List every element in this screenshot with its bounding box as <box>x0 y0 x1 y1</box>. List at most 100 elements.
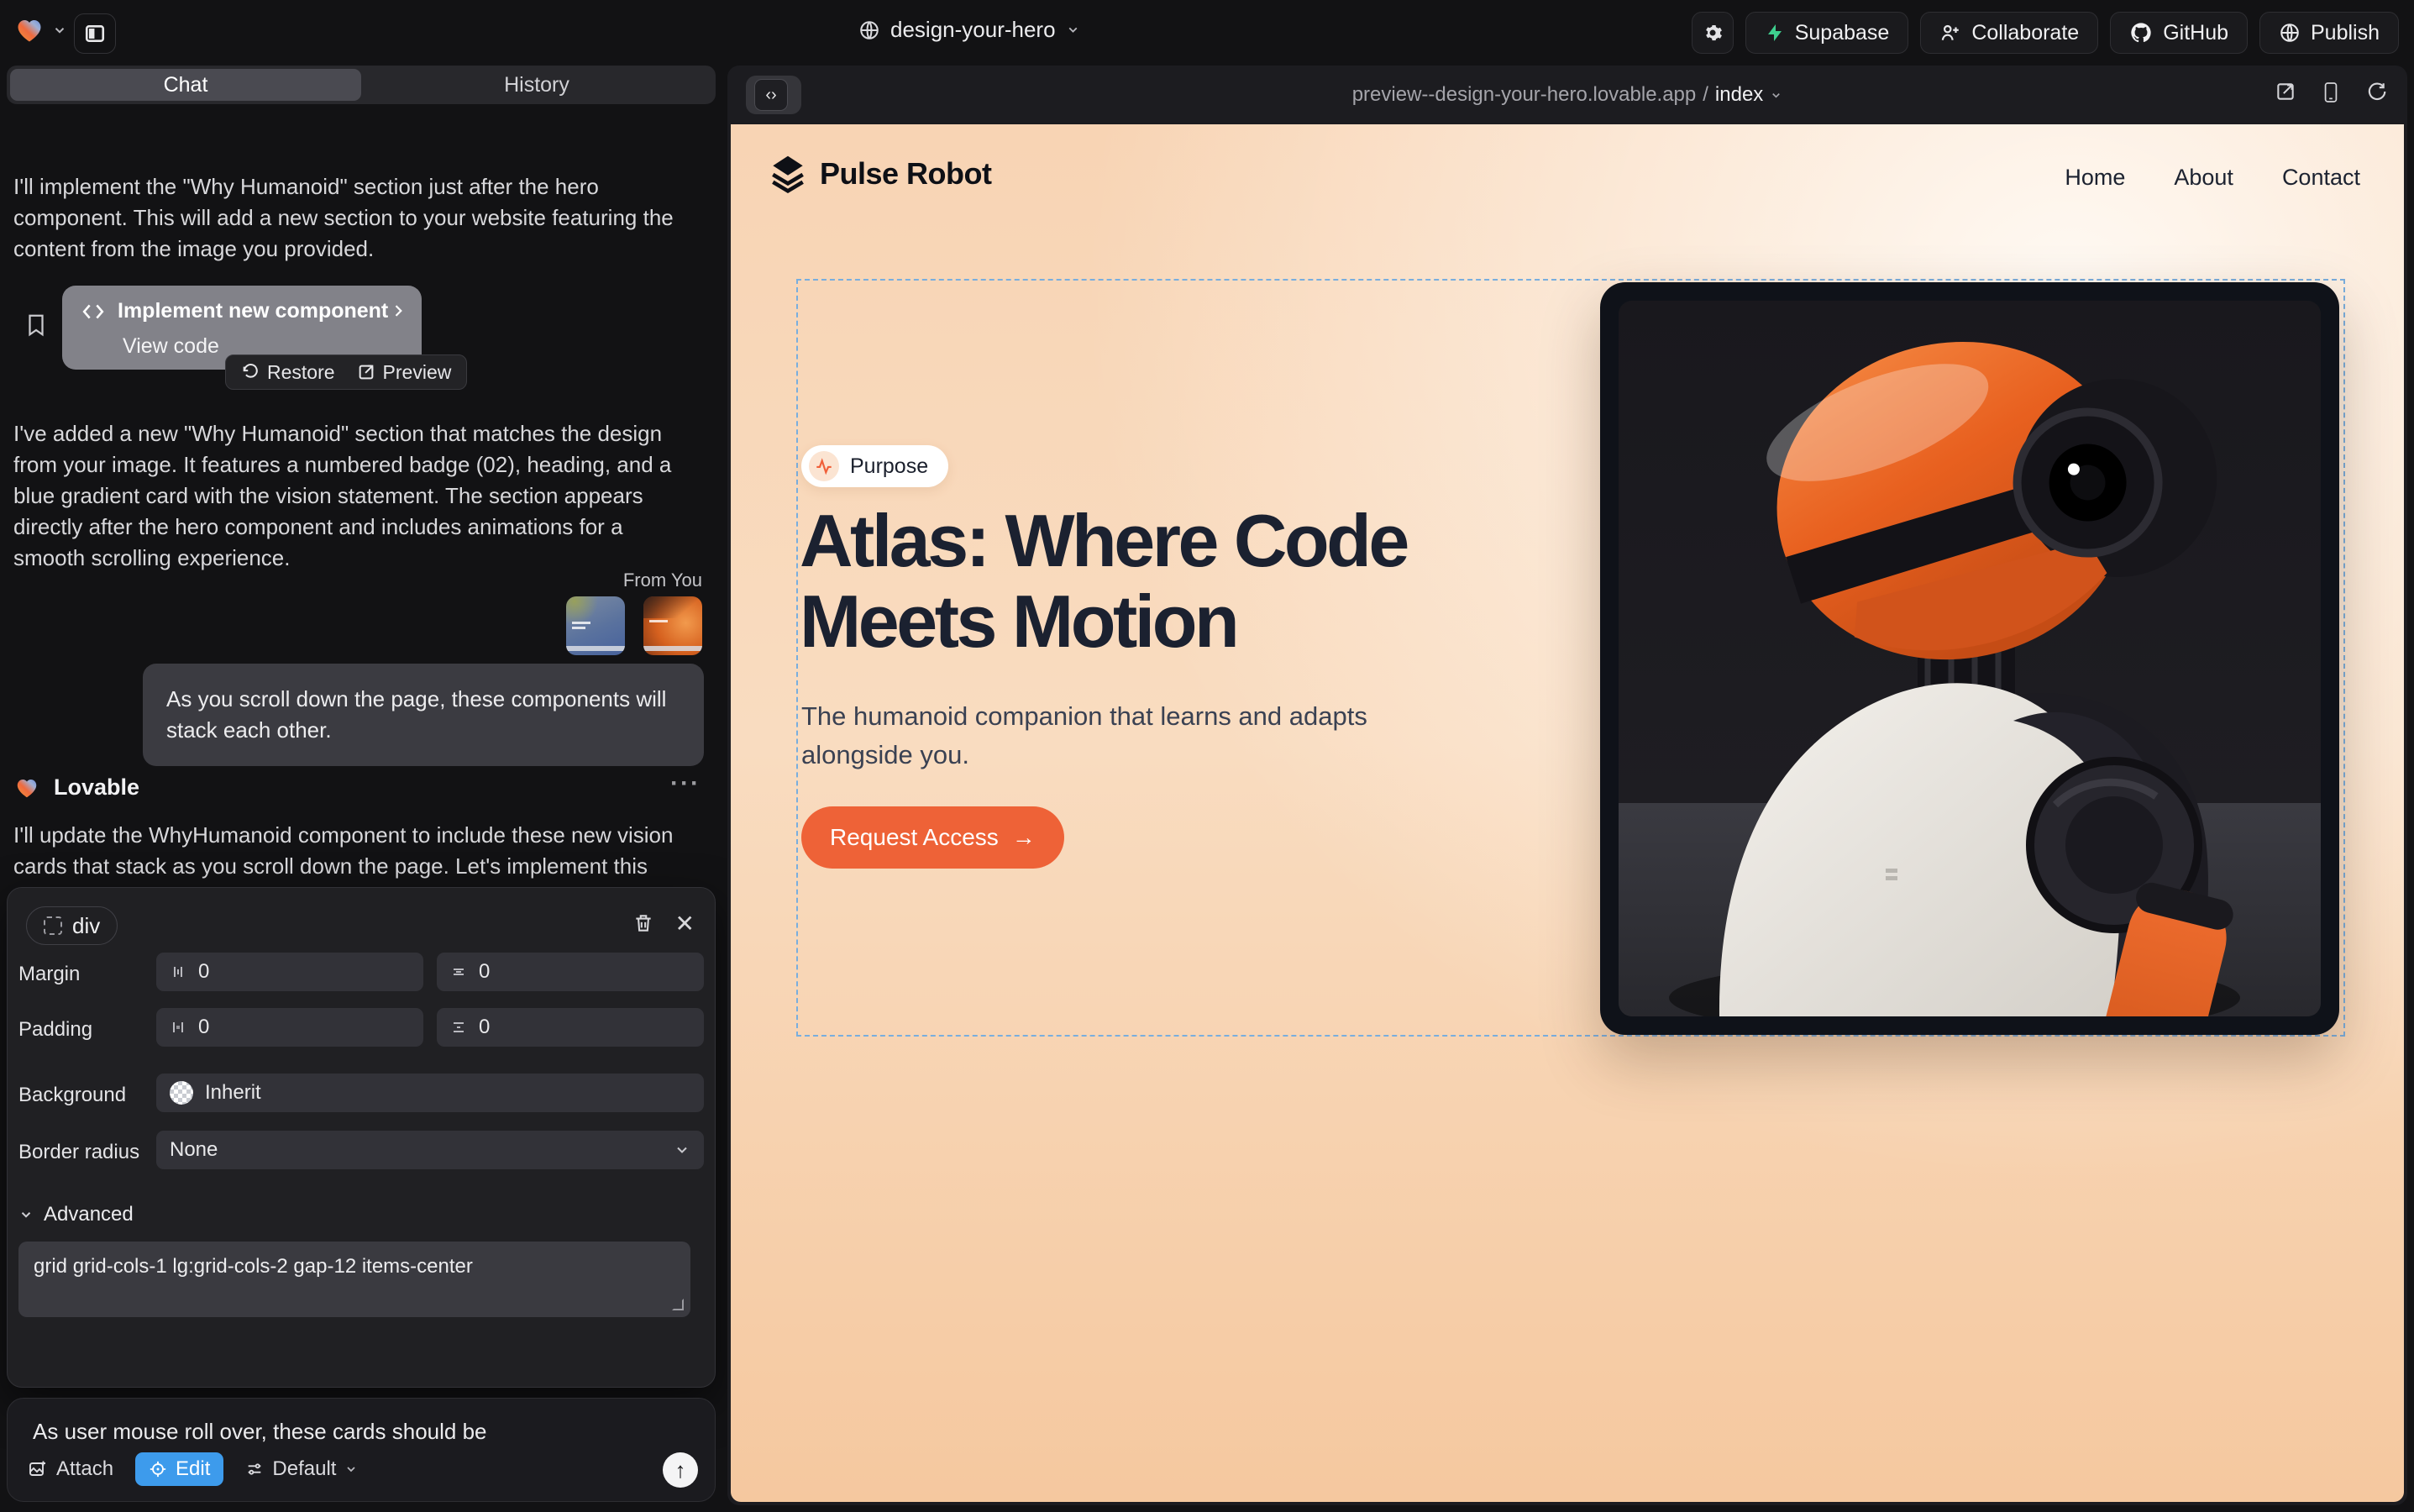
nav-about[interactable]: About <box>2174 165 2233 191</box>
topbar-actions: Supabase Collaborate GitHub Publish <box>1692 12 2399 54</box>
purpose-badge-label: Purpose <box>850 454 928 479</box>
chat-history-tabs: Chat History <box>7 66 716 104</box>
attachment-thumbnail-orange[interactable] <box>643 596 702 655</box>
margin-y-icon <box>450 963 467 980</box>
message-menu-button[interactable]: ··· <box>670 769 701 798</box>
site-brand[interactable]: Pulse Robot <box>769 155 992 193</box>
restore-label: Restore <box>267 361 335 384</box>
close-inspector-button[interactable]: ✕ <box>675 910 695 937</box>
border-radius-select[interactable]: None <box>156 1131 704 1169</box>
element-tag-label: div <box>72 913 100 939</box>
padding-x-input[interactable]: 0 <box>156 1008 423 1047</box>
view-code-link[interactable]: View code <box>123 334 219 359</box>
preview-chrome: ‹› preview--design-your-hero.lovable.app… <box>727 66 2407 124</box>
border-radius-value: None <box>170 1138 218 1162</box>
border-radius-label: Border radius <box>18 1141 139 1164</box>
preview-button[interactable]: Preview <box>357 361 452 384</box>
thumbnail-text-line <box>572 627 585 629</box>
pulse-icon <box>809 451 839 481</box>
site-brand-name: Pulse Robot <box>820 156 992 192</box>
github-button[interactable]: GitHub <box>2110 12 2248 54</box>
edit-mode-button[interactable]: Edit <box>135 1452 223 1486</box>
github-icon <box>2129 21 2153 45</box>
restore-icon <box>241 363 260 381</box>
chevron-down-icon <box>674 1142 690 1158</box>
url-separator: / <box>1703 83 1708 107</box>
globe-icon <box>858 19 880 41</box>
chevron-down-icon <box>1066 23 1080 37</box>
delete-element-button[interactable] <box>632 911 654 935</box>
attach-image-icon <box>28 1459 48 1479</box>
tab-chat[interactable]: Chat <box>10 69 361 101</box>
publish-button[interactable]: Publish <box>2259 12 2399 54</box>
hero-heading-line2: Meets Motion <box>800 581 1407 662</box>
chevron-down-icon <box>18 1207 34 1222</box>
transparency-swatch-icon <box>170 1081 193 1105</box>
nav-contact[interactable]: Contact <box>2282 165 2360 191</box>
margin-y-value: 0 <box>479 960 490 984</box>
background-label: Background <box>18 1084 126 1107</box>
tab-history[interactable]: History <box>361 69 712 101</box>
background-input[interactable]: Inherit <box>156 1074 704 1112</box>
lovable-heart-icon <box>13 775 40 801</box>
target-icon <box>149 1460 167 1478</box>
send-button[interactable]: ↑ <box>663 1452 698 1488</box>
mobile-view-button[interactable] <box>2322 81 2340 104</box>
layers-logo-icon <box>769 155 806 193</box>
supabase-button[interactable]: Supabase <box>1745 12 1909 54</box>
preview-url-bar[interactable]: preview--design-your-hero.lovable.app / … <box>727 66 2407 124</box>
settings-button[interactable] <box>1692 12 1734 54</box>
attach-button[interactable]: Attach <box>28 1457 113 1481</box>
attach-label: Attach <box>56 1457 113 1481</box>
advanced-toggle[interactable]: Advanced <box>18 1203 134 1226</box>
nav-home[interactable]: Home <box>2065 165 2125 191</box>
background-value: Inherit <box>205 1081 261 1105</box>
cta-label: Request Access <box>830 824 999 851</box>
margin-y-input[interactable]: 0 <box>437 953 704 991</box>
restore-button[interactable]: Restore <box>241 361 335 384</box>
component-card-title-row: Implement new component <box>82 299 388 323</box>
request-access-button[interactable]: Request Access → <box>801 806 1064 869</box>
sliders-icon <box>245 1460 264 1478</box>
site-header: Pulse Robot Home About Contact <box>731 143 2404 210</box>
classes-textarea[interactable]: grid grid-cols-1 lg:grid-cols-2 gap-12 i… <box>18 1242 690 1317</box>
selected-element-tag[interactable]: div <box>26 906 118 945</box>
github-label: GitHub <box>2163 21 2228 45</box>
mode-select[interactable]: Default <box>245 1457 358 1481</box>
arrow-right-icon: → <box>1012 824 1036 851</box>
chat-composer[interactable]: As user mouse roll over, these cards sho… <box>7 1398 716 1502</box>
thumbnail-footer <box>566 646 625 651</box>
project-switcher[interactable]: design-your-hero <box>858 17 1080 43</box>
chevron-right-icon <box>390 302 407 319</box>
top-bar: design-your-hero Supabase Collaborate <box>0 0 2414 66</box>
hero-heading-line1: Atlas: Where Code <box>800 501 1407 581</box>
purpose-badge: Purpose <box>801 445 948 487</box>
user-message-bubble: As you scroll down the page, these compo… <box>143 664 704 766</box>
sidebar-toggle-button[interactable] <box>74 13 116 54</box>
thumbnail-text-line <box>649 620 668 622</box>
resize-handle[interactable] <box>672 1299 684 1310</box>
padding-y-input[interactable]: 0 <box>437 1008 704 1047</box>
padding-x-icon <box>170 1019 186 1036</box>
refresh-button[interactable] <box>2365 81 2387 102</box>
globe-icon <box>2279 22 2301 44</box>
padding-x-value: 0 <box>198 1016 209 1039</box>
margin-x-input[interactable]: 0 <box>156 953 423 991</box>
margin-x-value: 0 <box>198 960 209 984</box>
lovable-menu-button[interactable] <box>13 15 67 45</box>
padding-y-value: 0 <box>479 1016 490 1039</box>
version-actions: Restore Preview <box>225 354 467 390</box>
publish-label: Publish <box>2311 21 2380 45</box>
attachment-thumbnail-blue[interactable] <box>566 596 625 655</box>
panel-left-icon <box>84 23 106 45</box>
chevron-down-icon <box>52 23 67 38</box>
edit-label: Edit <box>176 1457 210 1481</box>
preview-controls <box>2275 81 2387 104</box>
lovable-heart-icon <box>13 15 45 45</box>
open-in-new-window-button[interactable] <box>2275 81 2296 102</box>
collaborate-button[interactable]: Collaborate <box>1920 12 2098 54</box>
thumbnail-shade <box>643 596 702 618</box>
component-card-title: Implement new component <box>118 299 388 323</box>
composer-input[interactable]: As user mouse roll over, these cards sho… <box>33 1419 487 1445</box>
hero-heading: Atlas: Where Code Meets Motion <box>800 501 1407 662</box>
